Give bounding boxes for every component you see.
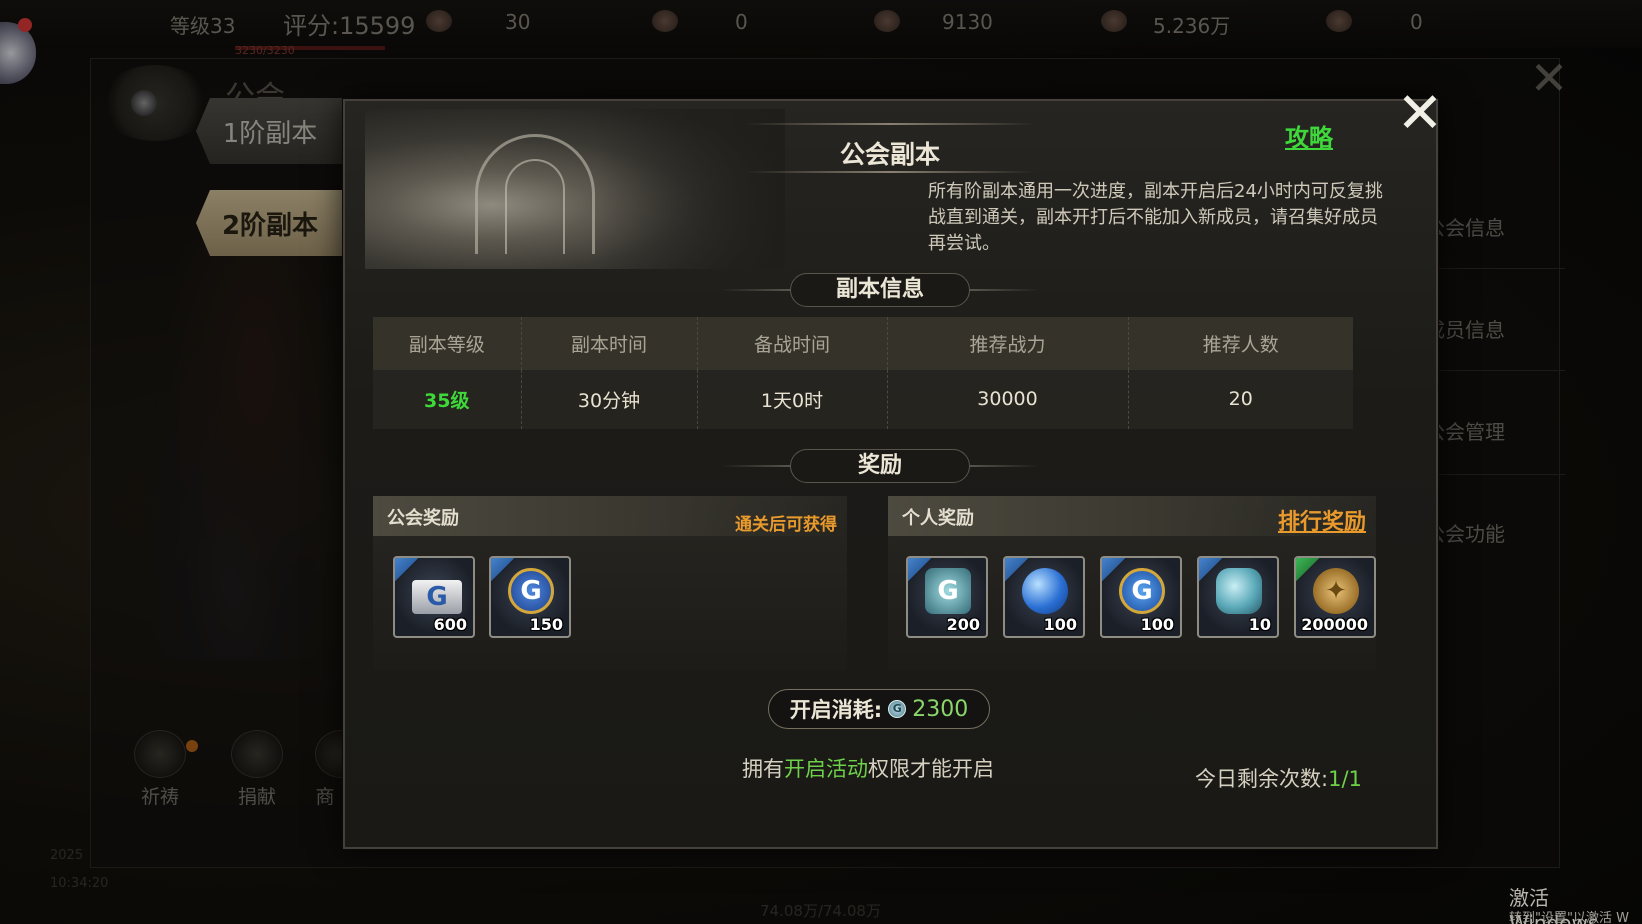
guild-flag-icon: G (412, 580, 462, 614)
blue-orb-icon: • (1022, 568, 1068, 614)
item-count: 600 (433, 615, 467, 634)
dungeon-level: 35级 (373, 369, 522, 429)
rank-reward-link[interactable]: 排行奖励 (1278, 504, 1366, 536)
guild-reward-panel: 公会奖励 通关后可获得 G 600 G 150 (373, 496, 847, 670)
permission-highlight: 开启活动 (784, 757, 868, 781)
header-rec-power: 推荐战力 (887, 317, 1129, 370)
remaining-value: 1/1 (1328, 767, 1362, 791)
permission-prefix: 拥有 (742, 757, 784, 781)
open-cost-pill: 开启消耗: G 2300 (768, 689, 990, 729)
reward-section-title: 奖励 (790, 449, 970, 483)
guide-link[interactable]: 攻略 (1285, 118, 1333, 153)
title-ornament-line (745, 171, 1035, 173)
close-icon[interactable]: ✕ (1393, 86, 1447, 142)
item-count: 200 (946, 615, 980, 634)
remaining-label: 今日剩余次数: (1195, 767, 1329, 791)
remaining-attempts: 今日剩余次数:1/1 (1195, 763, 1362, 793)
reward-item[interactable]: G 600 (393, 556, 475, 638)
gold-coin-icon: ✦ (1313, 568, 1359, 614)
reward-item[interactable]: • 10 (1197, 556, 1279, 638)
permission-notice: 拥有开启活动权限才能开启 (742, 753, 994, 783)
reward-section-header: 奖励 (720, 449, 1040, 483)
reward-item[interactable]: G 100 (1100, 556, 1182, 638)
guild-gem-icon: G (925, 568, 971, 614)
title-ornament-line (745, 123, 1035, 125)
item-count: 100 (1140, 615, 1174, 634)
personal-reward-title: 个人奖励 (902, 508, 974, 529)
item-count: 100 (1043, 615, 1077, 634)
dungeon-duration: 30分钟 (521, 369, 698, 429)
reward-item[interactable]: • 100 (1003, 556, 1085, 638)
header-rec-players: 推荐人数 (1128, 317, 1353, 370)
personal-reward-panel: 个人奖励 排行奖励 G 200 • 100 G 100 • 10 ✦ 20000… (888, 496, 1376, 670)
info-section-header: 副本信息 (720, 273, 1040, 307)
header-prep-time: 备战时间 (697, 317, 888, 370)
guild-coin-icon: G (888, 700, 907, 718)
table-row: 35级 30分钟 1天0时 30000 20 (373, 369, 1353, 429)
item-count: 10 (1248, 615, 1271, 634)
dialog-title: 公会副本 (839, 140, 940, 169)
cathedral-banner-art (365, 109, 785, 269)
info-section-title: 副本信息 (790, 273, 970, 307)
dungeon-description: 所有阶副本通用一次进度，副本开启后24小时内可反复挑战直到通关，副本开打后不能加… (928, 181, 1383, 254)
cost-label: 开启消耗: (789, 698, 883, 722)
reward-item[interactable]: G 200 (906, 556, 988, 638)
header-level: 副本等级 (373, 317, 522, 370)
permission-suffix: 权限才能开启 (868, 757, 994, 781)
cost-value: 2300 (912, 696, 969, 722)
item-count: 200000 (1301, 615, 1368, 634)
blue-coin-icon: G (1119, 568, 1165, 614)
reward-item[interactable]: ✦ 200000 (1294, 556, 1376, 638)
table-header-row: 副本等级 副本时间 备战时间 推荐战力 推荐人数 (373, 317, 1353, 370)
crystal-icon: • (1216, 568, 1262, 614)
gothic-arch-inner (505, 159, 565, 254)
guild-reward-title: 公会奖励 (387, 508, 459, 529)
dungeon-rec-players: 20 (1228, 388, 1253, 411)
windows-activation-hint: 转到"设置"以激活 W (1509, 911, 1629, 924)
reward-item[interactable]: G 150 (489, 556, 571, 638)
header-duration: 副本时间 (521, 317, 698, 370)
dungeon-rec-power: 30000 (887, 369, 1129, 429)
guild-medal-icon: G (508, 568, 554, 614)
guild-reward-note: 通关后可获得 (735, 515, 837, 535)
dungeon-prep-time: 1天0时 (697, 369, 888, 429)
guild-dungeon-dialog: 公会副本 攻略 ✕ 所有阶副本通用一次进度，副本开启后24小时内可反复挑战直到通… (343, 86, 1443, 849)
dialog-title-bar: 公会副本 (745, 113, 1035, 173)
dungeon-info-table: 副本等级 副本时间 备战时间 推荐战力 推荐人数 35级 30分钟 1天0时 3… (373, 317, 1353, 429)
item-count: 150 (529, 615, 563, 634)
